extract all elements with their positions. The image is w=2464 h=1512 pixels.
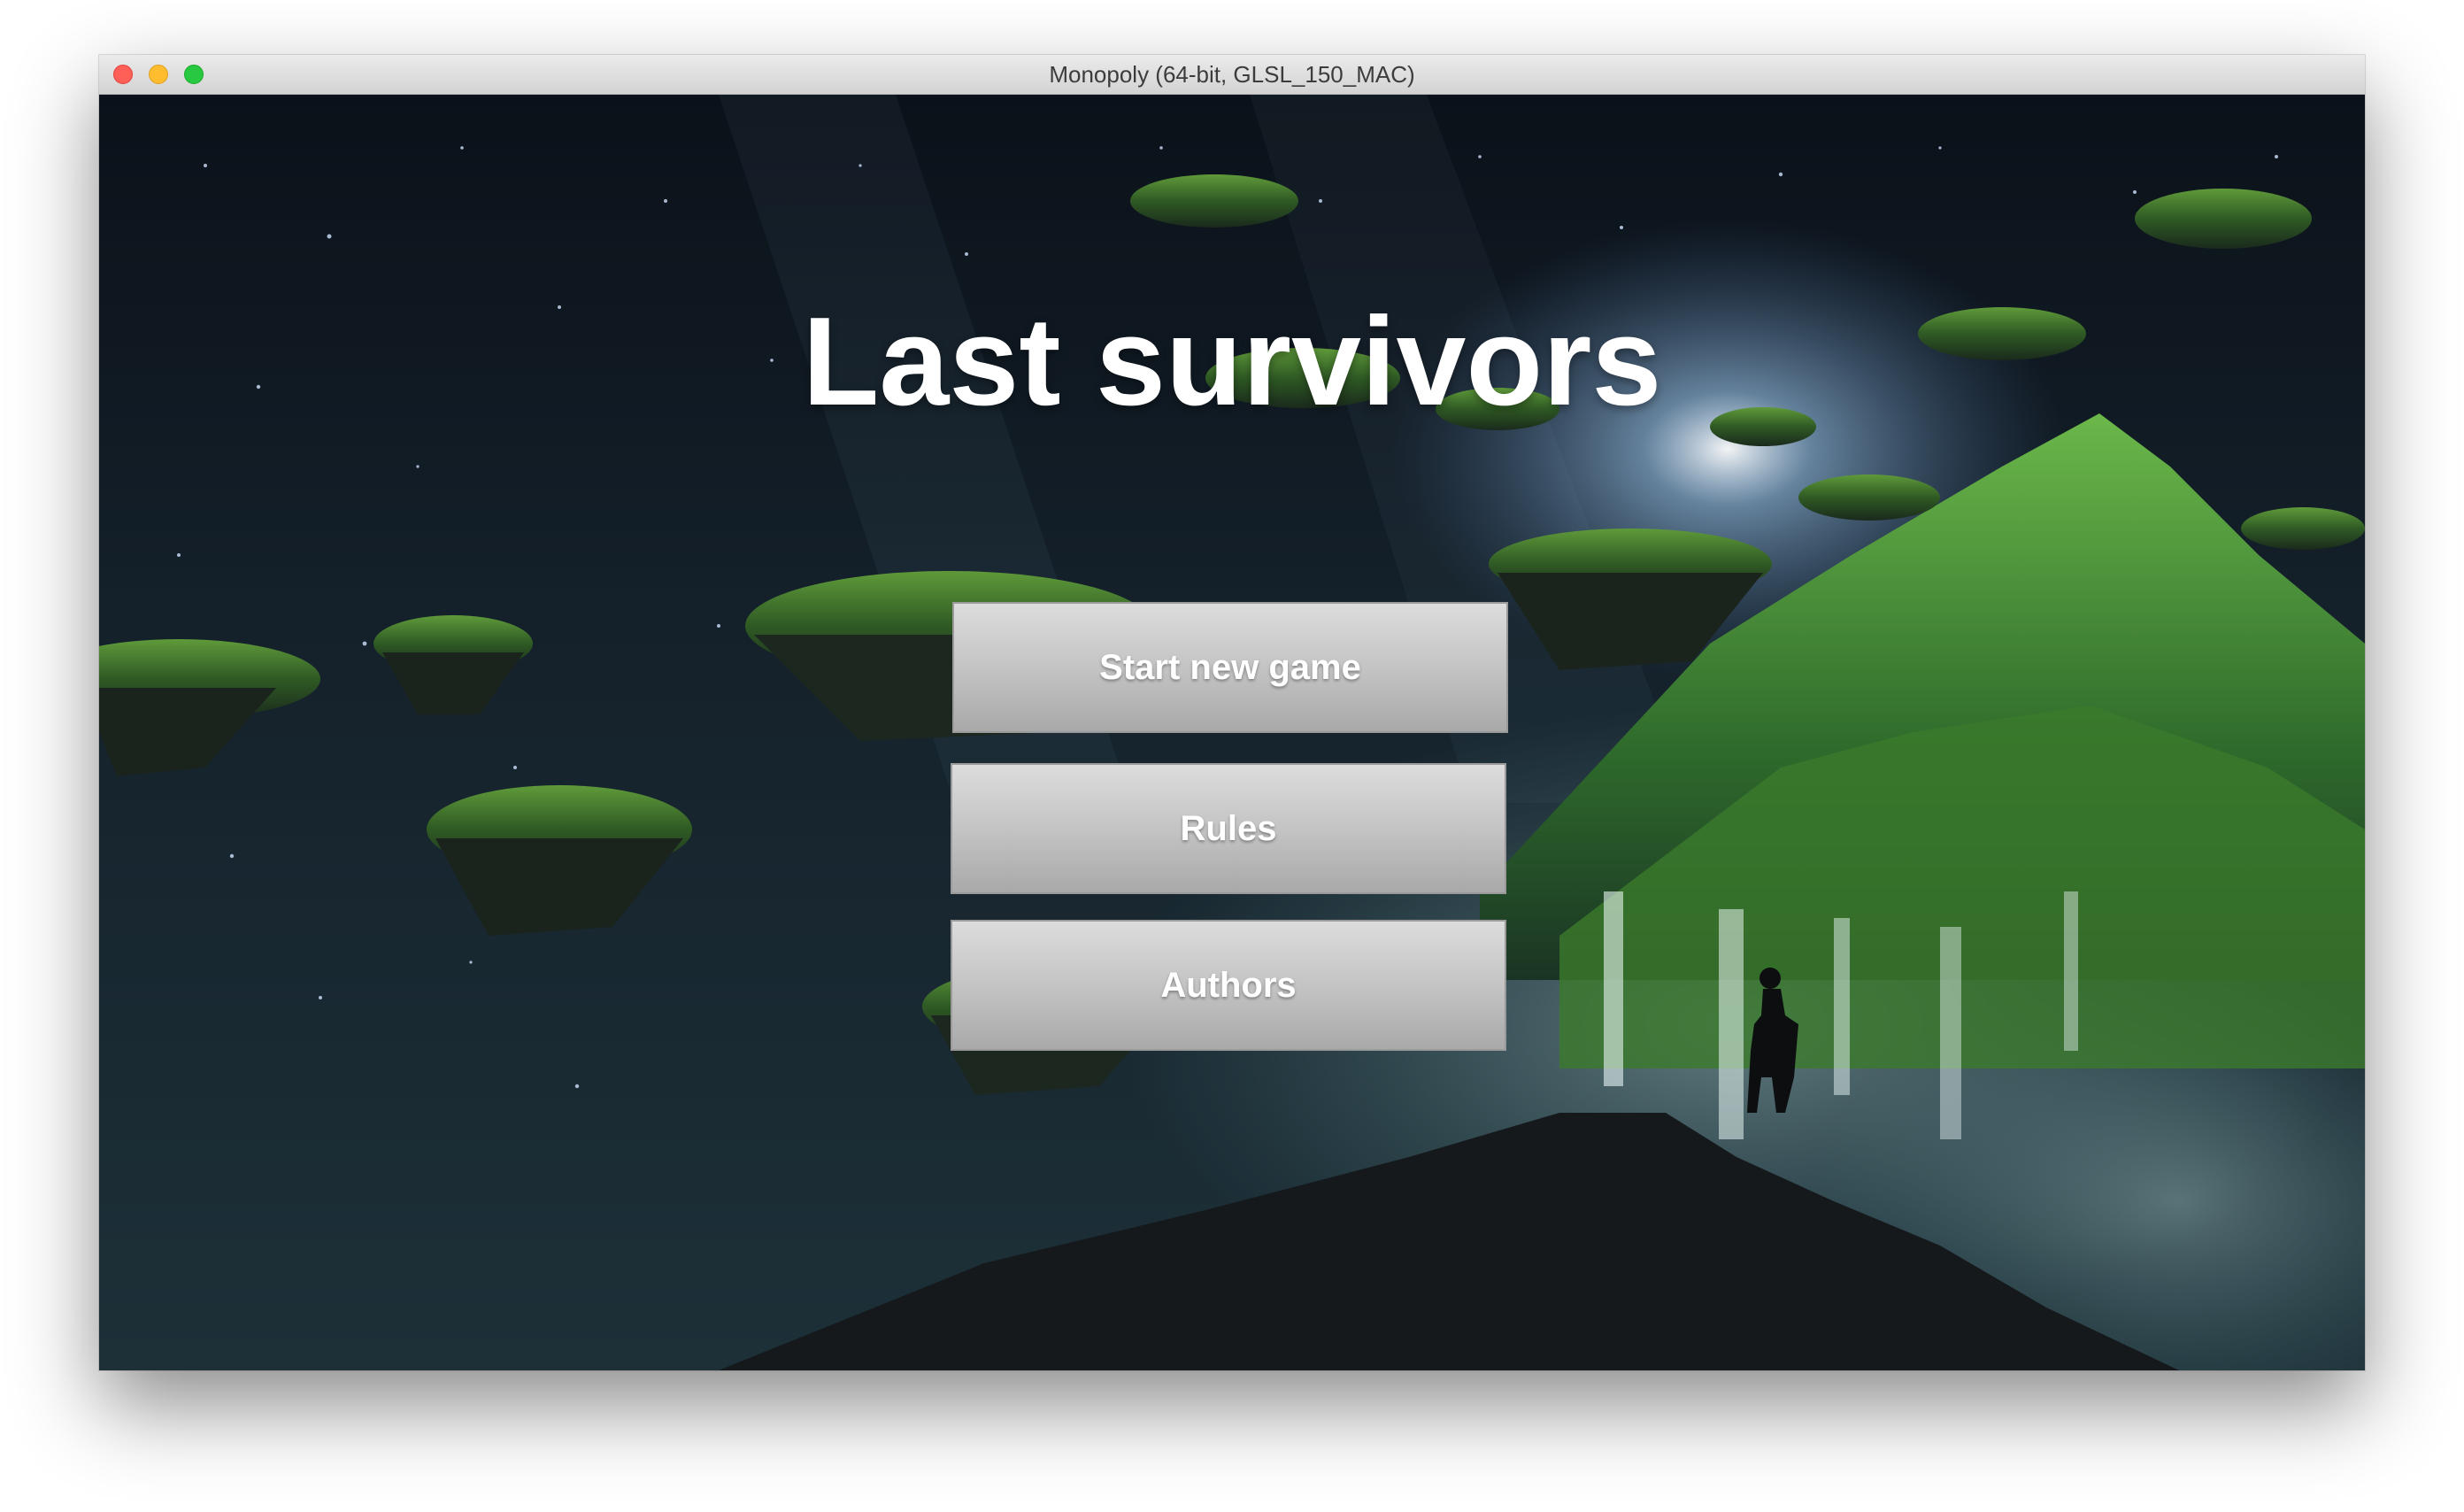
game-viewport: Last survivors Start new game Rules Auth…: [99, 95, 2365, 1370]
window-titlebar[interactable]: Monopoly (64-bit, GLSL_150_MAC): [99, 55, 2365, 95]
start-new-game-button[interactable]: Start new game: [952, 602, 1508, 733]
authors-button[interactable]: Authors: [951, 920, 1506, 1051]
game-title: Last survivors: [802, 291, 1662, 432]
window-title: Monopoly (64-bit, GLSL_150_MAC): [1049, 61, 1415, 88]
app-window: Monopoly (64-bit, GLSL_150_MAC) Last sur…: [99, 55, 2365, 1370]
rules-button[interactable]: Rules: [951, 763, 1506, 894]
